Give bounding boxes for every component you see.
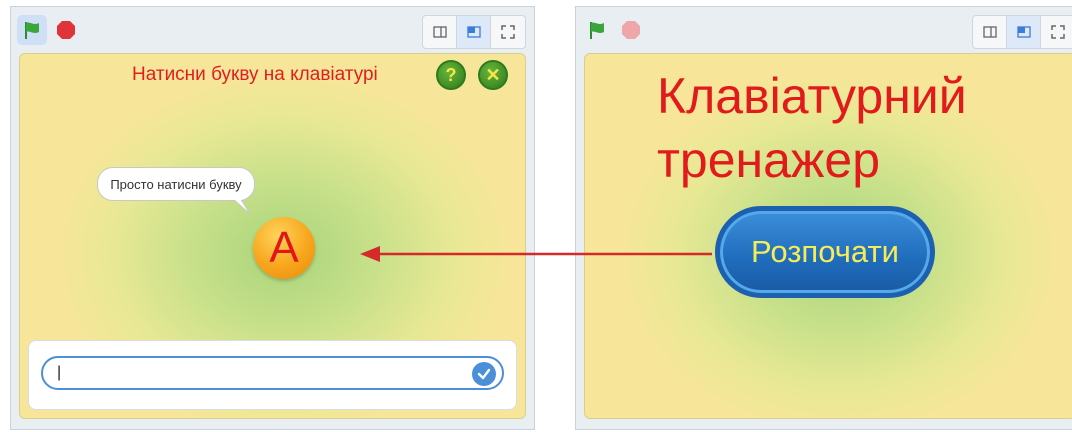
connector-arrow — [360, 246, 712, 262]
